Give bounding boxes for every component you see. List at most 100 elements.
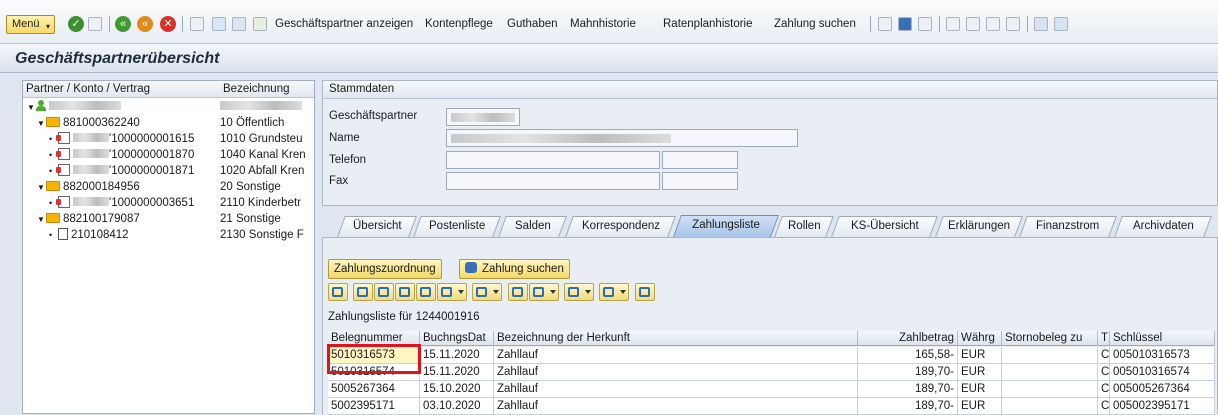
tree-row-account[interactable]: ▼ 882100179087 21 Sonstige xyxy=(23,211,314,227)
cell-typ[interactable]: C xyxy=(1098,364,1110,381)
cancel-icon[interactable]: ✕ xyxy=(160,16,176,32)
column-header-zahlbetrag[interactable]: Zahlbetrag xyxy=(858,331,958,346)
collapse-triangle-icon[interactable]: ▼ xyxy=(37,212,46,228)
next-page-icon[interactable] xyxy=(986,17,1000,31)
cell-stornobeleg[interactable] xyxy=(1002,364,1098,381)
column-header-typ[interactable]: T xyxy=(1098,331,1110,346)
cell-herkunft[interactable]: Zahllauf xyxy=(494,347,858,364)
tree-row-contract[interactable]: • 210108412 2130 Sonstige F xyxy=(23,227,314,243)
cell-waehrung[interactable]: EUR xyxy=(958,347,1002,364)
cell-stornobeleg[interactable] xyxy=(1002,381,1098,398)
tree-column-header-partner[interactable]: Partner / Konto / Vertrag xyxy=(23,81,220,98)
fax-field[interactable] xyxy=(446,172,660,190)
tree-column-header-bezeichnung[interactable]: Bezeichnung xyxy=(220,81,314,98)
export-dropdown-icon[interactable] xyxy=(564,283,594,301)
tree-row-account[interactable]: ▼ 881000362240 10 Öffentlich xyxy=(23,115,314,131)
cell-typ[interactable]: C xyxy=(1098,347,1110,364)
cell-waehrung[interactable]: EUR xyxy=(958,364,1002,381)
collapse-triangle-icon[interactable]: ▼ xyxy=(27,100,36,116)
tree-row-contract[interactable]: • '1000000003651 2110 Kinderbetr xyxy=(23,195,314,211)
cell-stornobeleg[interactable] xyxy=(1002,347,1098,364)
enter-check-icon[interactable]: ✓ xyxy=(68,16,84,32)
sort-descending-icon[interactable] xyxy=(374,283,394,301)
cell-zahlbetrag[interactable]: 189,70- xyxy=(858,398,958,415)
cell-herkunft[interactable]: Zahllauf xyxy=(494,398,858,415)
tab-rollen[interactable]: Rollen xyxy=(774,216,834,237)
cell-herkunft[interactable]: Zahllauf xyxy=(494,381,858,398)
cell-buchungsdatum[interactable]: 15.11.2020 xyxy=(420,364,494,381)
find-next-icon[interactable] xyxy=(918,17,932,31)
cell-schluessel[interactable]: 005002395171 xyxy=(1110,398,1215,415)
tree-row-account[interactable]: ▼ 882000184956 20 Sonstige xyxy=(23,179,314,195)
details-icon[interactable] xyxy=(328,283,348,301)
layout-dropdown-icon[interactable] xyxy=(599,283,629,301)
tree-row-partner[interactable]: ▼ xyxy=(23,99,314,115)
sort-ascending-icon[interactable] xyxy=(353,283,373,301)
find-icon[interactable] xyxy=(898,17,912,31)
tab-zahlungsliste[interactable]: Zahlungsliste xyxy=(672,215,780,237)
shortcut-icon[interactable] xyxy=(1054,17,1068,31)
column-header-herkunft[interactable]: Bezeichnung der Herkunft xyxy=(494,331,858,346)
print-icon[interactable] xyxy=(508,283,528,301)
tab-erklaerungen[interactable]: Erklärungen xyxy=(935,216,1023,237)
config-icon[interactable] xyxy=(253,17,267,31)
zahlungszuordnung-button[interactable]: Zahlungszuordnung xyxy=(328,259,442,279)
find-icon[interactable] xyxy=(395,283,415,301)
toolbar-link-mahnhistorie[interactable]: Mahnhistorie xyxy=(570,18,636,30)
tab-salden[interactable]: Salden xyxy=(498,216,567,237)
view-dropdown-icon[interactable] xyxy=(529,283,559,301)
sum-dropdown-icon[interactable] xyxy=(472,283,502,301)
cell-stornobeleg[interactable] xyxy=(1002,398,1098,415)
tab-korrespondenz[interactable]: Korrespondenz xyxy=(565,216,676,237)
cell-zahlbetrag[interactable]: 165,58- xyxy=(858,347,958,364)
save-icon[interactable] xyxy=(88,17,102,31)
toolbar-link-gp-anzeigen[interactable]: Geschäftspartner anzeigen xyxy=(275,18,413,30)
refresh-icon[interactable] xyxy=(212,17,226,31)
tab-postenliste[interactable]: Postenliste xyxy=(413,216,501,237)
back-icon[interactable]: « xyxy=(115,16,131,32)
collapse-triangle-icon[interactable]: ▼ xyxy=(37,180,46,196)
previous-page-icon[interactable] xyxy=(966,17,980,31)
column-header-buchungsdatum[interactable]: BuchngsDat xyxy=(420,331,494,346)
zahlung-suchen-button[interactable]: Zahlung suchen xyxy=(459,259,570,279)
first-page-icon[interactable] xyxy=(946,17,960,31)
cell-zahlbetrag[interactable]: 189,70- xyxy=(858,364,958,381)
cell-typ[interactable]: C xyxy=(1098,398,1110,415)
cell-typ[interactable]: C xyxy=(1098,381,1110,398)
toolbar-link-kontenpflege[interactable]: Kontenpflege xyxy=(425,18,493,30)
cell-buchungsdatum[interactable]: 15.11.2020 xyxy=(420,347,494,364)
filter-icon[interactable] xyxy=(232,17,246,31)
name-field[interactable] xyxy=(446,129,798,147)
toolbar-link-guthaben[interactable]: Guthaben xyxy=(507,18,558,30)
tab-uebersicht[interactable]: Übersicht xyxy=(337,216,417,237)
column-header-waehrung[interactable]: Währg xyxy=(958,331,1002,346)
menu-button[interactable]: Menü ▾ xyxy=(6,15,55,34)
cell-waehrung[interactable]: EUR xyxy=(958,381,1002,398)
cell-belegnummer[interactable]: 5002395171 xyxy=(328,398,420,415)
print-icon[interactable] xyxy=(878,17,892,31)
gp-field[interactable] xyxy=(446,108,520,126)
column-header-schluessel[interactable]: Schlüssel xyxy=(1110,331,1215,346)
tree-row-contract[interactable]: • '1000000001871 1020 Abfall Kren xyxy=(23,163,314,179)
info-icon[interactable] xyxy=(635,283,655,301)
toolbar-link-zahlung-suchen[interactable]: Zahlung suchen xyxy=(774,18,856,30)
last-page-icon[interactable] xyxy=(1006,17,1020,31)
tab-ks-uebersicht[interactable]: KS-Übersicht xyxy=(831,216,938,237)
cell-schluessel[interactable]: 005010316573 xyxy=(1110,347,1215,364)
cell-herkunft[interactable]: Zahllauf xyxy=(494,364,858,381)
cell-buchungsdatum[interactable]: 15.10.2020 xyxy=(420,381,494,398)
cell-schluessel[interactable]: 005005267364 xyxy=(1110,381,1215,398)
filter-dropdown-icon[interactable] xyxy=(437,283,467,301)
column-header-stornobeleg[interactable]: Stornobeleg zu xyxy=(1002,331,1098,346)
list-icon[interactable] xyxy=(190,17,204,31)
cell-schluessel[interactable]: 005010316574 xyxy=(1110,364,1215,381)
cell-waehrung[interactable]: EUR xyxy=(958,398,1002,415)
cell-belegnummer[interactable]: 5005267364 xyxy=(328,381,420,398)
exit-icon[interactable]: « xyxy=(137,16,153,32)
tree-row-contract[interactable]: • '1000000001870 1040 Kanal Kren xyxy=(23,147,314,163)
collapse-triangle-icon[interactable]: ▼ xyxy=(37,116,46,132)
new-session-icon[interactable] xyxy=(1034,17,1048,31)
tree-row-contract[interactable]: • '1000000001615 1010 Grundsteu xyxy=(23,131,314,147)
cell-zahlbetrag[interactable]: 189,70- xyxy=(858,381,958,398)
cell-buchungsdatum[interactable]: 03.10.2020 xyxy=(420,398,494,415)
